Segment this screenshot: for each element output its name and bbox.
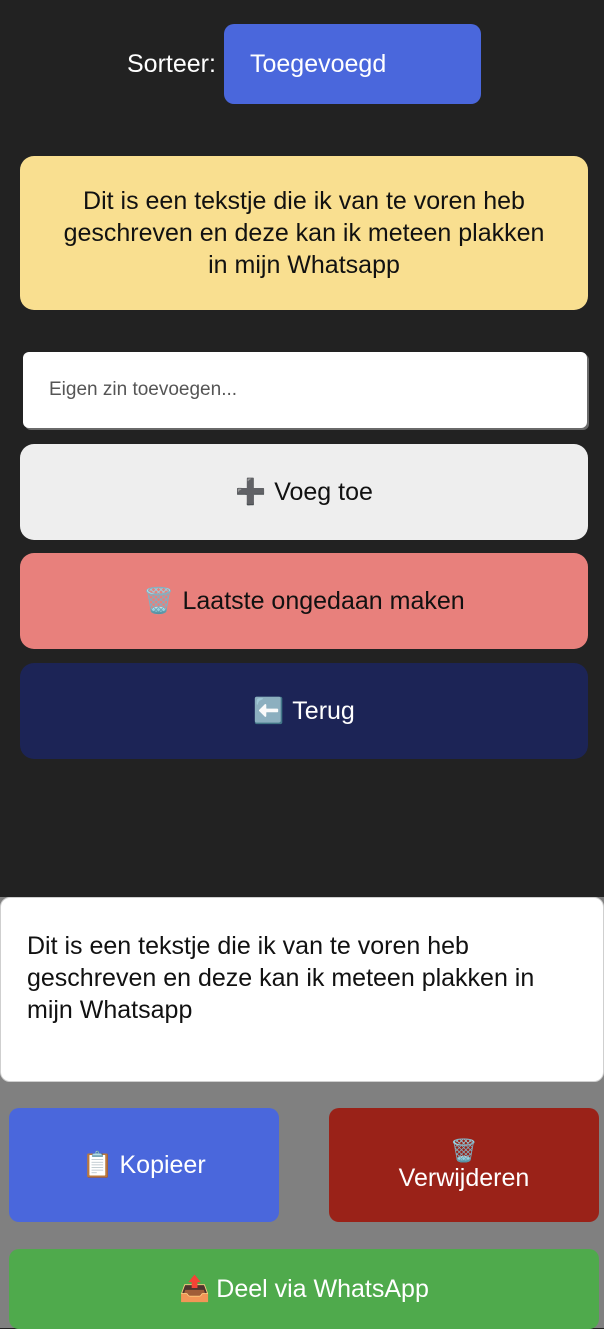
plus-icon: ➕ <box>235 477 267 506</box>
copy-button-label: Kopieer <box>119 1150 206 1179</box>
delete-button[interactable]: 🗑️ Verwijderen <box>329 1108 599 1222</box>
copy-button[interactable]: 📋 Kopieer <box>9 1108 279 1222</box>
add-phrase-input[interactable] <box>23 352 587 428</box>
sort-label: Sorteer: <box>127 50 216 78</box>
delete-button-label: Verwijderen <box>398 1163 530 1192</box>
back-arrow-icon: ⬅️ <box>253 696 285 725</box>
bottom-panel: Dit is een tekstje die ik van te voren h… <box>0 897 604 1329</box>
share-whatsapp-button[interactable]: 📤 Deel via WhatsApp <box>9 1249 599 1329</box>
sort-row: Sorteer: Toegevoegd <box>0 24 604 104</box>
preview-box: Dit is een tekstje die ik van te voren h… <box>0 897 604 1082</box>
sort-select[interactable]: Toegevoegd <box>224 24 481 104</box>
outbox-icon: 📤 <box>179 1274 211 1303</box>
back-button[interactable]: ⬅️ Terug <box>20 663 588 759</box>
clipboard-icon: 📋 <box>82 1150 114 1179</box>
trash-icon: 🗑️ <box>450 1137 478 1163</box>
undo-button[interactable]: 🗑️ Laatste ongedaan maken <box>20 553 588 649</box>
add-button[interactable]: ➕ Voeg toe <box>20 444 588 540</box>
back-button-label: Terug <box>292 696 355 725</box>
phrase-card[interactable]: Dit is een tekstje die ik van te voren h… <box>20 156 588 310</box>
share-button-label: Deel via WhatsApp <box>216 1274 429 1303</box>
undo-button-label: Laatste ongedaan maken <box>182 586 465 615</box>
preview-text: Dit is een tekstje die ik van te voren h… <box>27 932 535 1024</box>
trash-icon: 🗑️ <box>143 586 175 615</box>
phrase-text: Dit is een tekstje die ik van te voren h… <box>63 187 545 279</box>
add-button-label: Voeg toe <box>274 477 373 506</box>
